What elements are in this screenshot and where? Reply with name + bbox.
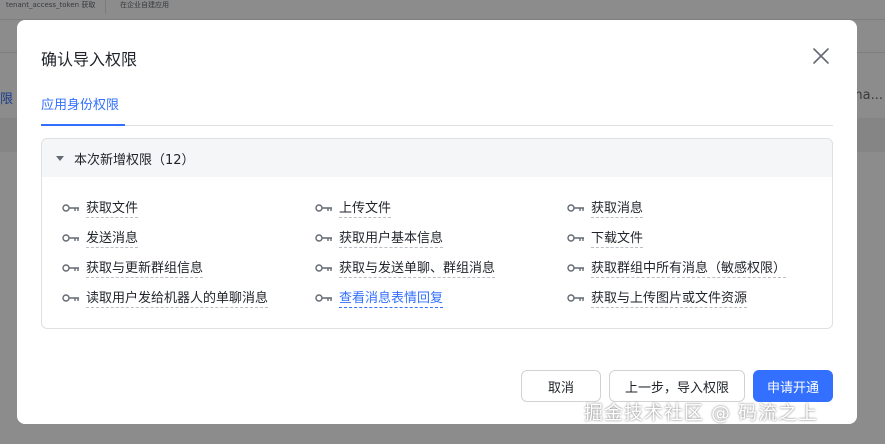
permission-label: 获取消息 xyxy=(591,197,644,218)
permission-label: 获取用户基本信息 xyxy=(339,227,444,248)
permission-label: 上传文件 xyxy=(339,197,392,218)
key-icon xyxy=(567,203,584,212)
key-icon xyxy=(567,233,584,242)
permission-item: 获取与更新群组信息 xyxy=(62,257,204,278)
key-icon xyxy=(62,263,79,272)
key-icon xyxy=(62,293,79,302)
tab-app-identity-permissions[interactable]: 应用身份权限 xyxy=(41,94,119,126)
new-permissions-section: 本次新增权限（12） 获取文件 上传文件 获取消息 发送消息 获取用户基本信息 下载文件获… xyxy=(41,138,833,329)
permission-label: 发送消息 xyxy=(86,227,139,248)
dialog-title: 确认导入权限 xyxy=(41,50,138,69)
close-icon xyxy=(813,48,829,64)
key-icon xyxy=(567,263,584,272)
permission-item: 获取群组中所有消息（敏感权限） xyxy=(567,257,787,278)
permission-label: 读取用户发给机器人的单聊消息 xyxy=(86,287,269,308)
permission-item: 下载文件 xyxy=(567,227,644,248)
permission-item[interactable]: 查看消息表情回复 xyxy=(315,287,444,308)
permission-list: 获取文件 上传文件 获取消息 发送消息 获取用户基本信息 下载文件 获取与更新群组信息 获取与… xyxy=(42,177,832,308)
key-icon xyxy=(62,233,79,242)
permission-label: 获取文件 xyxy=(86,197,139,218)
key-icon xyxy=(315,203,332,212)
key-icon xyxy=(62,203,79,212)
section-header[interactable]: 本次新增权限（12） xyxy=(42,139,832,177)
key-icon xyxy=(567,293,584,302)
watermark: 掘金技术社区 @ 码流之上 xyxy=(584,402,819,424)
permission-item: 获取消息 xyxy=(567,197,644,218)
permission-label: 获取与更新群组信息 xyxy=(86,257,204,278)
close-button[interactable] xyxy=(811,46,831,66)
key-icon xyxy=(315,233,332,242)
permission-item: 获取与发送单聊、群组消息 xyxy=(315,257,496,278)
tab-active-indicator xyxy=(41,124,125,126)
permission-label: 获取与上传图片或文件资源 xyxy=(591,287,748,308)
permission-label[interactable]: 查看消息表情回复 xyxy=(339,287,444,308)
permission-item: 获取用户基本信息 xyxy=(315,227,444,248)
permission-label: 获取群组中所有消息（敏感权限） xyxy=(591,257,787,278)
key-icon xyxy=(315,263,332,272)
permission-item: 发送消息 xyxy=(62,227,139,248)
permission-item: 读取用户发给机器人的单聊消息 xyxy=(62,287,269,308)
tab-bar: 应用身份权限 xyxy=(41,92,833,126)
key-icon xyxy=(315,293,332,302)
confirm-import-permissions-dialog: 确认导入权限 应用身份权限 本次新增权限（12） 获取文件 上传文件 获取消息发送消… xyxy=(17,20,857,424)
permission-label: 下载文件 xyxy=(591,227,644,248)
permission-item: 获取文件 xyxy=(62,197,139,218)
section-title: 本次新增权限（12） xyxy=(74,152,195,168)
tab-label: 应用身份权限 xyxy=(41,98,120,113)
permission-item: 上传文件 xyxy=(315,197,392,218)
permission-item: 获取与上传图片或文件资源 xyxy=(567,287,748,308)
caret-down-icon xyxy=(56,155,64,161)
permission-label: 获取与发送单聊、群组消息 xyxy=(339,257,496,278)
